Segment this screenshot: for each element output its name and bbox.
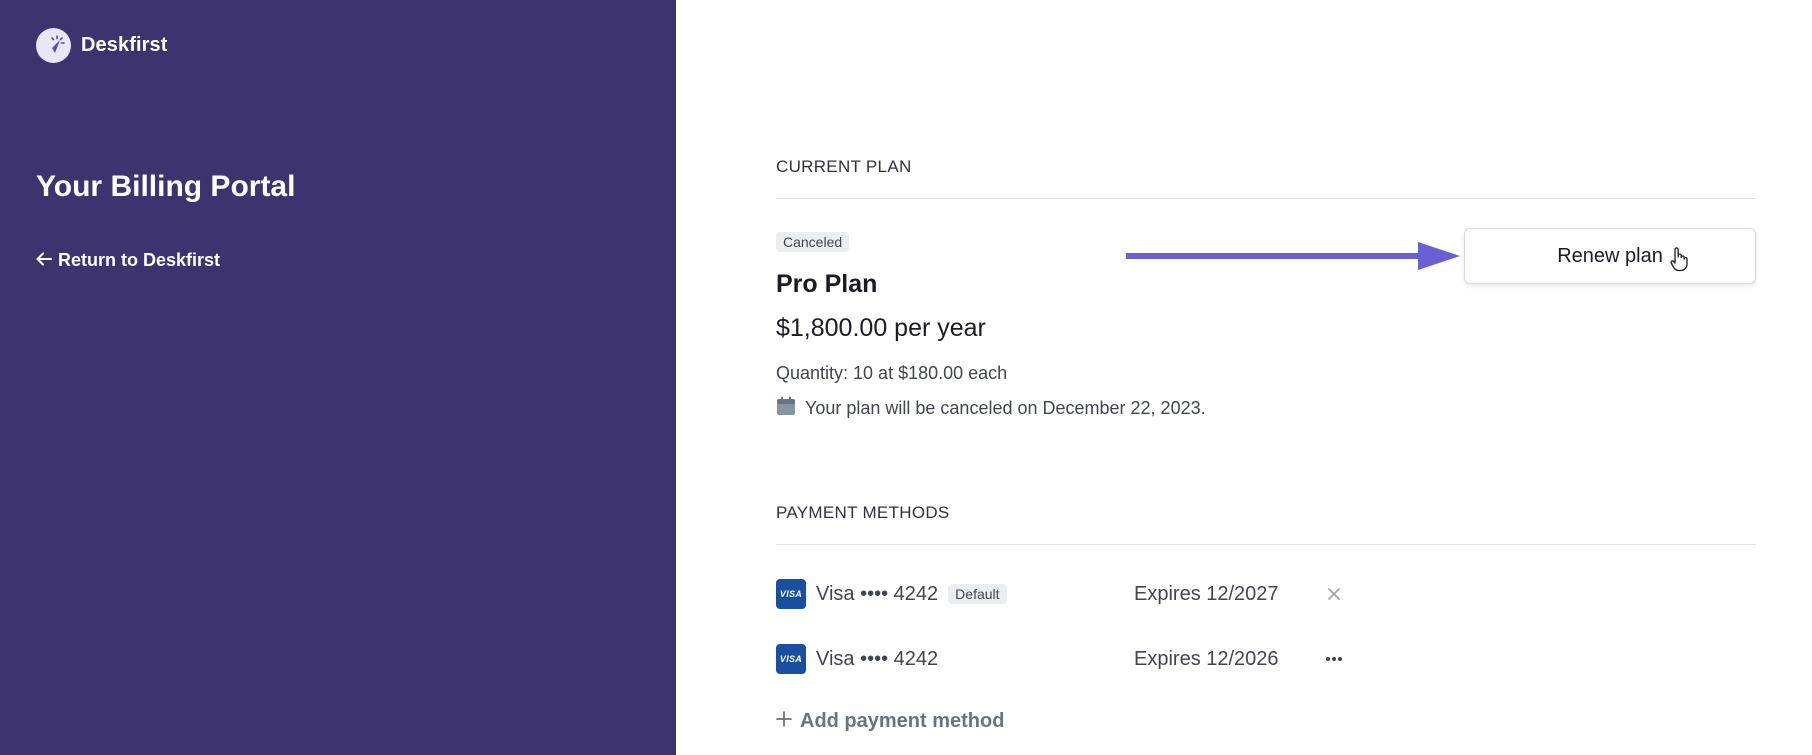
card-label: Visa •••• 4242 xyxy=(816,582,939,605)
divider xyxy=(776,544,1756,545)
add-payment-method-button[interactable]: Add payment method xyxy=(776,710,1004,733)
cancel-notice: Your plan will be canceled on December 2… xyxy=(776,396,1206,421)
plan-price: $1,800.00 per year xyxy=(776,314,986,342)
add-payment-method-label: Add payment method xyxy=(800,710,1005,732)
pointer-arrow xyxy=(1123,240,1462,277)
arrow-left-icon xyxy=(36,250,52,271)
main-content: CURRENT PLAN Canceled Pro Plan $1,800.00… xyxy=(776,0,1756,755)
renew-plan-button[interactable]: Renew plan xyxy=(1464,228,1756,284)
payment-method-row: VISA Visa •••• 4242 Default Expires 12/2… xyxy=(776,578,1476,610)
payment-methods-heading: PAYMENT METHODS xyxy=(776,503,950,522)
portal-title: Your Billing Portal xyxy=(36,170,296,203)
plan-quantity: Quantity: 10 at $180.00 each xyxy=(776,363,1008,383)
status-badge: Canceled xyxy=(776,232,850,252)
brand: Deskfirst xyxy=(36,28,168,63)
compass-icon xyxy=(36,28,71,63)
close-icon[interactable] xyxy=(1322,582,1346,606)
divider xyxy=(776,198,1756,199)
cancel-notice-text: Your plan will be canceled on December 2… xyxy=(805,398,1206,418)
return-link[interactable]: Return to Deskfirst xyxy=(36,250,220,271)
sidebar: Deskfirst Your Billing Portal Return to … xyxy=(0,0,676,755)
card-expiry: Expires 12/2027 xyxy=(1134,582,1279,605)
return-link-label: Return to Deskfirst xyxy=(58,250,221,270)
calendar-icon xyxy=(776,396,796,421)
billing-portal-page: Deskfirst Your Billing Portal Return to … xyxy=(0,0,1812,755)
card-expiry: Expires 12/2026 xyxy=(1134,647,1279,670)
payment-method-row: VISA Visa •••• 4242 Expires 12/2026 xyxy=(776,643,1476,675)
brand-name: Deskfirst xyxy=(81,34,168,56)
card-label: Visa •••• 4242 xyxy=(816,647,939,670)
hand-cursor-icon xyxy=(1670,246,1688,277)
visa-icon: VISA xyxy=(776,644,806,674)
default-badge: Default xyxy=(948,584,1007,604)
visa-icon: VISA xyxy=(776,579,806,609)
plus-icon xyxy=(776,710,792,733)
current-plan-heading: CURRENT PLAN xyxy=(776,157,912,176)
more-icon[interactable] xyxy=(1322,647,1346,671)
plan-name: Pro Plan xyxy=(776,270,878,298)
